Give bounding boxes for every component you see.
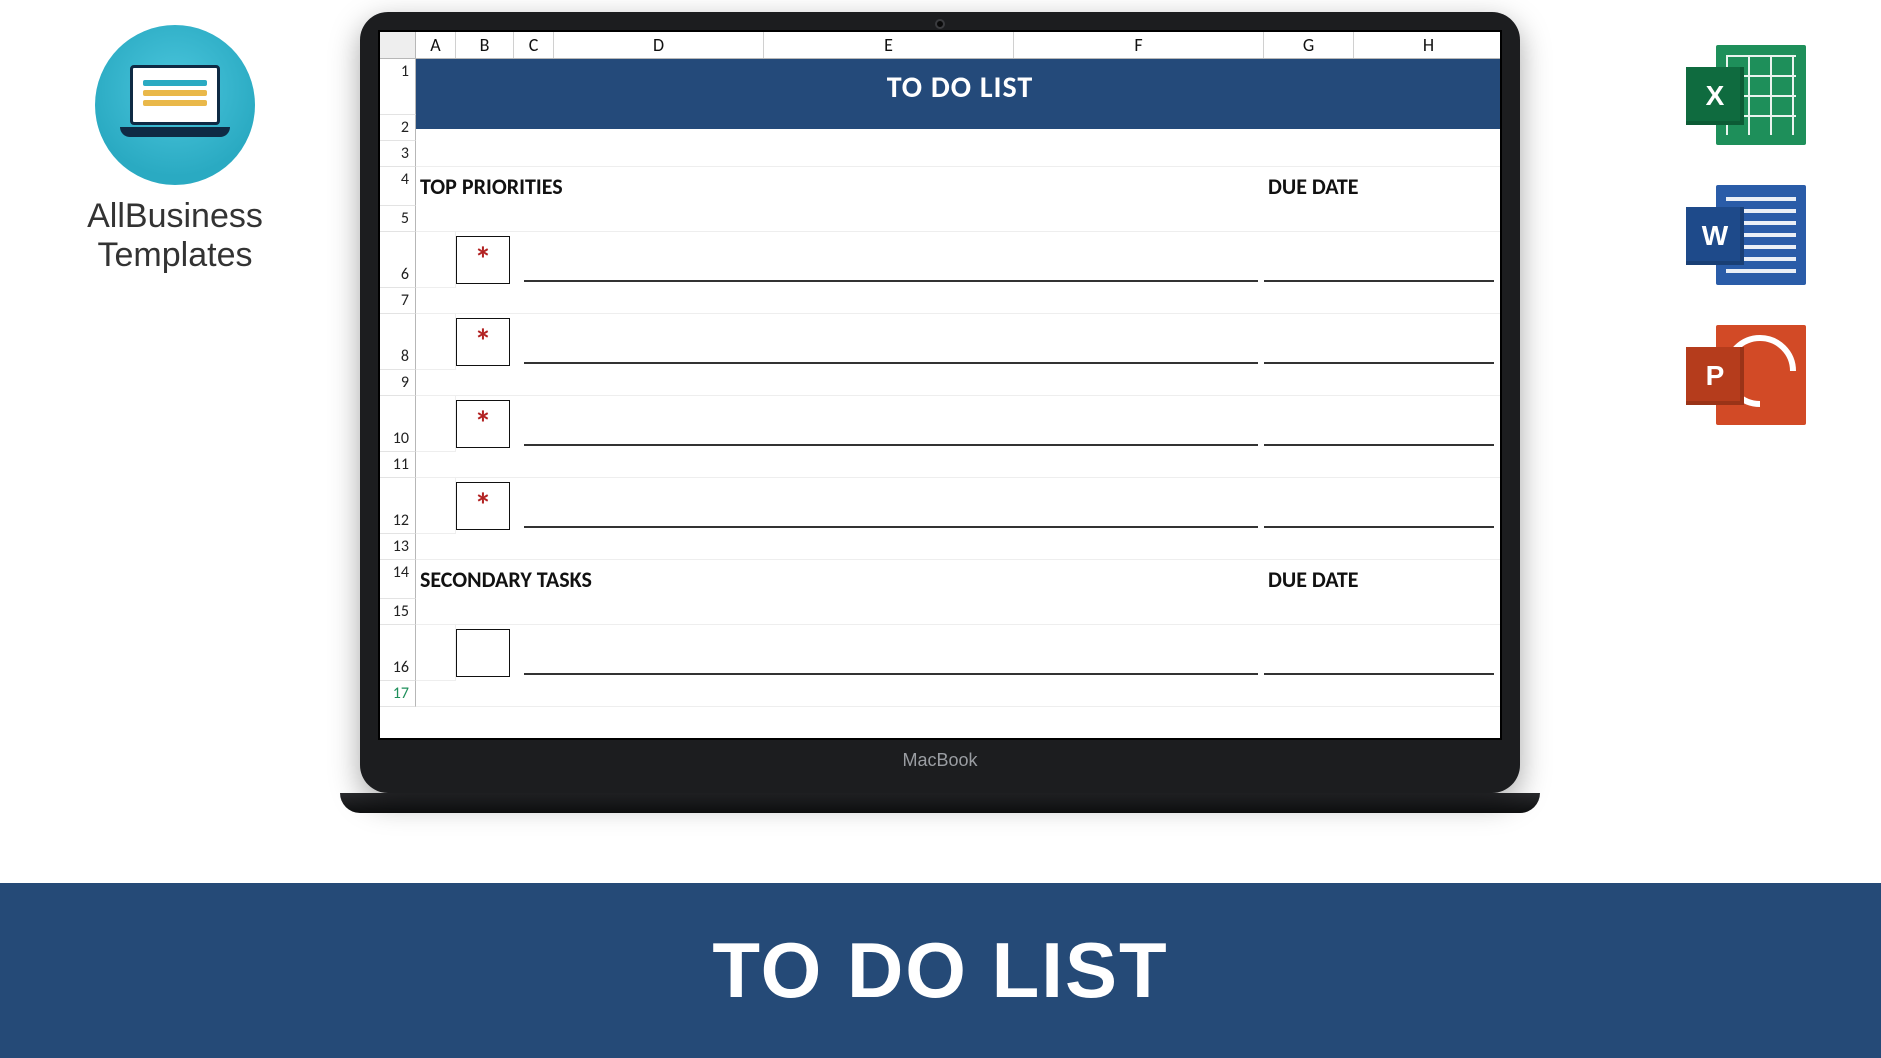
due-date-header-2[interactable]: DUE DATE [1264,560,1502,599]
row-16[interactable]: 16 [380,625,416,681]
priority-check-2[interactable]: * [456,318,510,366]
row-11[interactable]: 11 [380,452,416,478]
excel-badge: X [1686,67,1744,125]
row-5[interactable]: 5 [380,206,416,232]
cell[interactable] [416,141,1502,167]
cell[interactable] [416,314,456,370]
task-line-2[interactable] [524,314,1258,364]
priority-check-3[interactable]: * [456,400,510,448]
priority-check-1[interactable]: * [456,236,510,284]
row-10[interactable]: 10 [380,396,416,452]
laptop-base [340,793,1540,813]
laptop-glyph-icon [120,65,230,145]
laptop-label: MacBook [378,740,1502,785]
brand-text: AllBusiness Templates [65,197,285,275]
row-17[interactable]: 17 [380,681,416,707]
row-8[interactable]: 8 [380,314,416,370]
cell[interactable] [416,599,1502,625]
page: AllBusiness Templates X W P A B [0,0,1881,1058]
task-line-1[interactable] [524,232,1258,282]
column-headers[interactable]: A B C D E F G H [380,32,1500,59]
col-E[interactable]: E [764,32,1014,58]
col-C[interactable]: C [514,32,554,58]
banner-title: TO DO LIST [712,925,1168,1016]
powerpoint-icon: P [1686,325,1806,435]
word-badge: W [1686,207,1744,265]
title-continuation [416,115,1502,129]
col-B[interactable]: B [456,32,514,58]
due-line-4[interactable] [1264,478,1494,528]
cell[interactable] [416,232,456,288]
excel-icon: X [1686,45,1806,155]
row-4[interactable]: 4 [380,167,416,206]
col-D[interactable]: D [554,32,764,58]
due-line-2[interactable] [1264,314,1494,364]
office-icons: X W P [1676,45,1816,435]
task-line-3[interactable] [524,396,1258,446]
priority-check-4[interactable]: * [456,482,510,530]
secondary-check-1[interactable] [456,629,510,677]
section-top-priorities[interactable]: TOP PRIORITIES [416,167,1264,206]
screen: A B C D E F G H 1 TO DO LIST [378,30,1502,740]
col-A[interactable]: A [416,32,456,58]
row-2[interactable]: 2 [380,115,416,141]
section-secondary-tasks[interactable]: SECONDARY TASKS [416,560,1264,599]
cell[interactable] [416,370,1502,396]
cell[interactable] [416,625,456,681]
row-9[interactable]: 9 [380,370,416,396]
ppt-badge: P [1686,347,1744,405]
cell[interactable] [416,478,456,534]
row-13[interactable]: 13 [380,534,416,560]
cell[interactable] [416,534,1502,560]
cell[interactable] [416,396,456,452]
task-line-4[interactable] [524,478,1258,528]
word-icon: W [1686,185,1806,295]
task-line-5[interactable] [524,625,1258,675]
bottom-banner: TO DO LIST [0,883,1881,1058]
camera-icon [935,19,945,29]
brand-logo-icon [95,25,255,185]
brand-line2: Templates [65,236,285,275]
row-1[interactable]: 1 [380,59,416,115]
row-3[interactable]: 3 [380,141,416,167]
due-line-1[interactable] [1264,232,1494,282]
spreadsheet[interactable]: A B C D E F G H 1 TO DO LIST [380,32,1500,738]
cell[interactable] [416,206,1502,232]
select-all-cell[interactable] [380,32,416,58]
cell[interactable] [416,681,1502,707]
laptop-mockup: A B C D E F G H 1 TO DO LIST [360,12,1520,813]
row-12[interactable]: 12 [380,478,416,534]
row-15[interactable]: 15 [380,599,416,625]
cell[interactable] [416,452,1502,478]
due-line-3[interactable] [1264,396,1494,446]
brand-line1: AllBusiness [65,197,285,236]
col-G[interactable]: G [1264,32,1354,58]
due-line-5[interactable] [1264,625,1494,675]
sheet-title[interactable]: TO DO LIST [416,59,1502,115]
row-6[interactable]: 6 [380,232,416,288]
row-7[interactable]: 7 [380,288,416,314]
cell[interactable] [416,288,1502,314]
due-date-header-1[interactable]: DUE DATE [1264,167,1502,206]
brand-block: AllBusiness Templates [65,25,285,275]
col-H[interactable]: H [1354,32,1502,58]
grid-body[interactable]: 1 TO DO LIST 2 3 4 [380,59,1500,707]
row-14[interactable]: 14 [380,560,416,599]
col-F[interactable]: F [1014,32,1264,58]
